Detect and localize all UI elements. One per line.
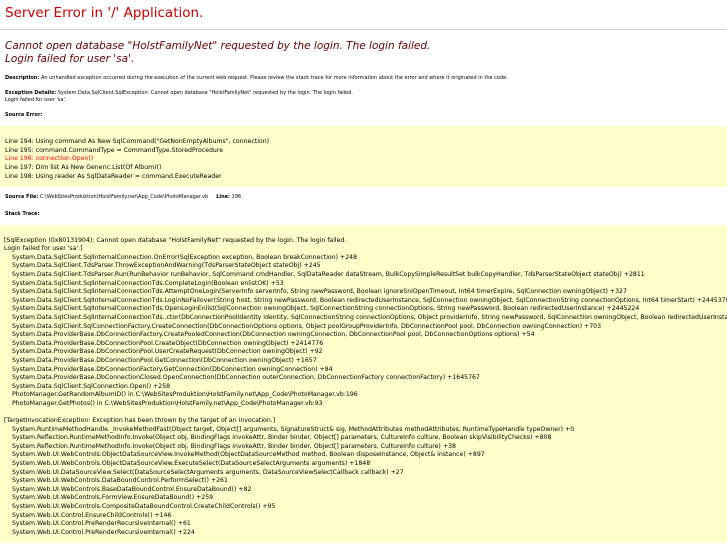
stack-frame: System.Data.ProviderBase.DbConnectionPoo… <box>12 356 317 364</box>
stack-frame: PhotoManager.GetRandomAlbumID() in C:\We… <box>12 391 358 399</box>
stack-trace-label: Stack Trace: <box>5 210 40 217</box>
stack-frame: System.Data.SqlClient.SqlConnection.Open… <box>12 382 171 390</box>
trace-head: [TargetInvocationException: Exception ha… <box>4 417 276 425</box>
description-label: Description: <box>5 75 40 81</box>
stack-frame: System.Data.ProviderBase.DbConnectionPoo… <box>12 339 324 347</box>
stack-frame: System.Data.ProviderBase.DbConnectionFac… <box>12 365 333 373</box>
trace-head: [SqlException (0x80131904): Cannot open … <box>4 236 347 244</box>
description-text: An unhandled exception occurred during t… <box>40 75 508 81</box>
exception-details: Exception Details: System.Data.SqlClient… <box>0 90 727 103</box>
stack-frame: System.Data.SqlClient.SqlInternalConnect… <box>12 313 727 321</box>
description: Description: An unhandled exception occu… <box>0 75 727 81</box>
stack-frame: PhotoManager.GetPhotos() in C:\WebSitesP… <box>12 399 323 407</box>
stack-frame: System.Web.UI.WebControls.FormView.Ensur… <box>12 494 214 502</box>
source-line-number: 196 <box>231 194 242 201</box>
stack-frame: System.Data.SqlClient.SqlInternalConnect… <box>12 296 727 304</box>
page-title: Server Error in '/' Application. <box>5 5 204 21</box>
trace-block-2: System.RuntimeMethodHandle._InvokeMethod… <box>4 426 727 538</box>
exception-details-text-2: Login failed for user 'sa'. <box>5 96 67 103</box>
error-page: Server Error in '/' Application. Cannot … <box>0 0 727 545</box>
stack-frame: System.Web.UI.WebControls.DataBoundContr… <box>12 477 228 485</box>
stack-frame: System.Data.SqlClient.SqlInternalConnect… <box>12 253 358 261</box>
error-headline-line2: Login failed for user 'sa'. <box>5 52 135 65</box>
stack-frame: System.Web.UI.WebControls.ObjectDataSour… <box>12 460 371 468</box>
source-line-label: Line: <box>216 194 231 201</box>
error-headline: Cannot open database "HolstFamilyNet" re… <box>0 30 727 65</box>
stack-frame: System.Data.SqlClient.SqlInternalConnect… <box>12 288 627 296</box>
stack-frame: System.Reflection.RuntimeMethodInfo.Invo… <box>12 434 552 442</box>
source-line-error: Line 196: connection.Open() <box>5 155 94 163</box>
exception-details-label: Exception Details: <box>5 90 57 97</box>
stack-frame: System.Data.SqlClient.SqlConnectionFacto… <box>12 322 602 330</box>
stack-frame: System.Data.SqlClient.SqlInternalConnect… <box>12 305 640 313</box>
stack-frame: System.Data.ProviderBase.DbConnectionFac… <box>12 331 535 339</box>
source-error-label: Source Error: <box>5 112 43 119</box>
source-file-label: Source File: <box>5 194 39 201</box>
trace-gap <box>4 408 727 417</box>
trace-head: Login failed for user 'sa'.] <box>4 245 83 253</box>
source-file: Source File: C:\WebSitesProduktion\Holst… <box>0 194 727 200</box>
stack-frame: System.Web.UI.Control.EnsureChildControl… <box>12 511 172 519</box>
stack-trace-box: [SqlException (0x80131904): Cannot open … <box>0 224 727 544</box>
source-line: Line 195: command.CommandType = CommandT… <box>5 146 224 154</box>
stack-frame: System.Data.SqlClient.SqlInternalConnect… <box>12 279 284 287</box>
stack-frame: System.Web.UI.DataSourceView.Select(Data… <box>12 468 404 476</box>
error-headline-line1: Cannot open database "HolstFamilyNet" re… <box>5 40 431 52</box>
stack-frame: System.Reflection.RuntimeMethodInfo.Invo… <box>12 442 456 450</box>
exception-details-text: System.Data.SqlClient.SqlException: Cann… <box>57 90 353 97</box>
stack-frame: System.Data.SqlClient.TdsParser.ThrowExc… <box>12 262 321 270</box>
stack-frame: System.Web.UI.WebControls.ObjectDataSour… <box>12 451 485 459</box>
source-error-box: Line 194: Using command As New SqlComman… <box>0 126 727 188</box>
source-line: Line 194: Using command As New SqlComman… <box>5 138 270 146</box>
stack-frame: System.RuntimeMethodHandle._InvokeMethod… <box>12 425 575 433</box>
stack-frame: System.Web.UI.WebControls.CompositeDataB… <box>12 503 276 510</box>
stack-frame: System.Web.UI.WebControls.BaseDataBoundC… <box>12 485 252 493</box>
source-line: Line 197: Dim list As New Generic.List(O… <box>5 164 162 171</box>
stack-frame: System.Data.ProviderBase.DbConnectionPoo… <box>12 348 323 356</box>
source-file-path: C:\WebSitesProduktion\HolstFamily.net\Ap… <box>40 194 209 201</box>
source-line: Line 198: Using reader As SqlDataReader … <box>5 172 222 180</box>
stack-frame: System.Web.UI.Control.PreRenderRecursive… <box>12 520 191 528</box>
stack-frame: System.Data.SqlClient.TdsParser.Run(RunB… <box>12 270 645 278</box>
stack-frame: System.Data.ProviderBase.DbConnectionClo… <box>12 374 480 382</box>
stack-frame: System.Web.UI.Control.PreRenderRecursive… <box>12 528 195 536</box>
trace-block-1: System.Data.SqlClient.SqlInternalConnect… <box>4 254 727 409</box>
